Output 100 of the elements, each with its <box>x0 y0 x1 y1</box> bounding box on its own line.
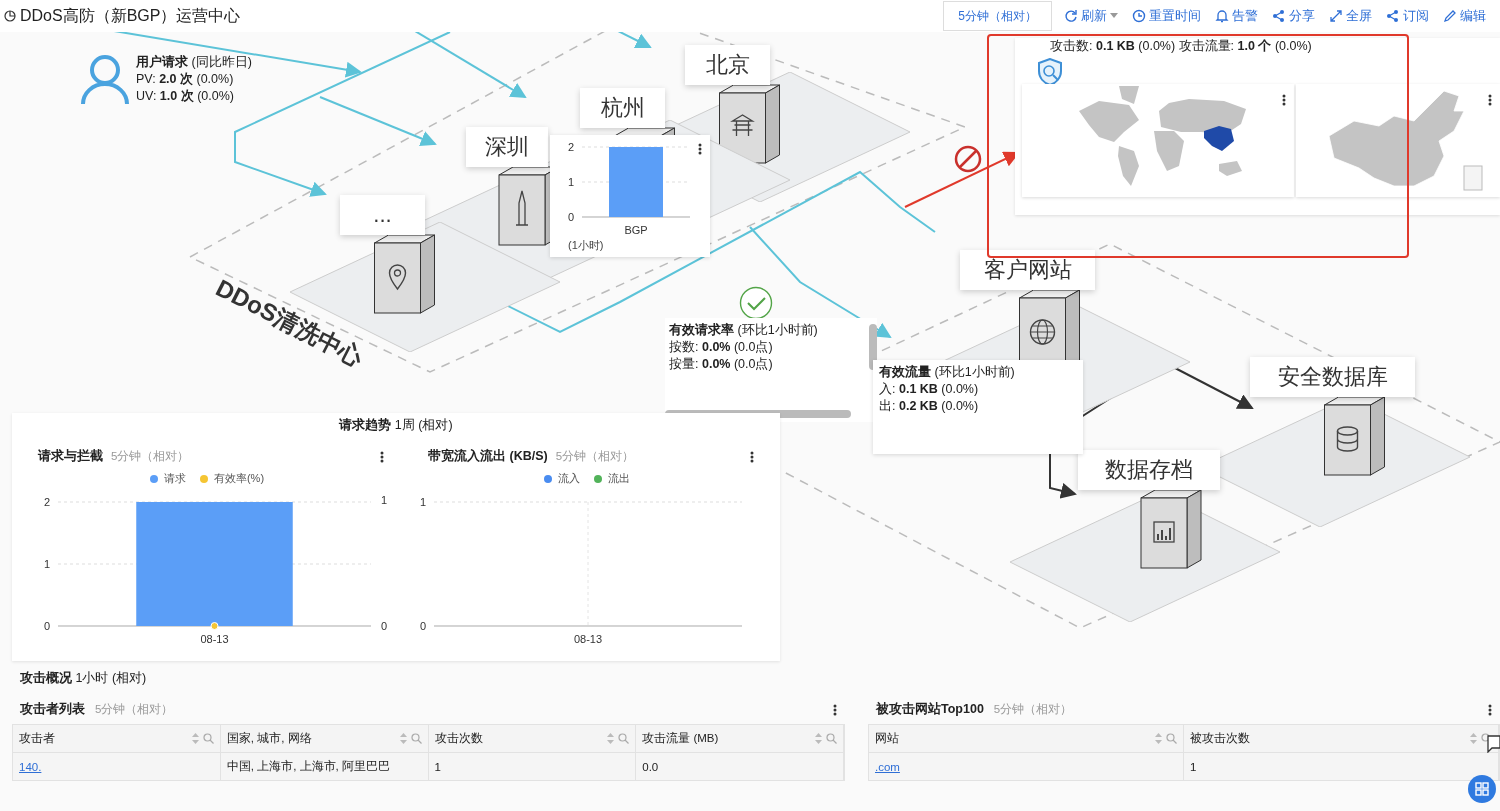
sort-icon[interactable] <box>191 733 199 744</box>
grid-icon <box>1475 782 1489 796</box>
node-label: ... <box>340 195 425 235</box>
shield-search-icon <box>1037 58 1063 86</box>
sort-icon[interactable] <box>607 733 615 744</box>
subscribe-icon <box>1386 9 1400 23</box>
fullscreen-icon <box>1329 9 1343 23</box>
dashboard-title: DDoS高防（新BGP）运营中心 <box>20 5 241 26</box>
time-range-button[interactable]: 5分钟（相对） <box>943 1 1052 31</box>
panel-title: 请求趋势 1周 (相对) <box>337 417 454 434</box>
location-pin-icon <box>388 264 407 290</box>
globe-icon <box>1029 319 1056 345</box>
attack-stats: 攻击数: 0.1 KB (0.0%) 攻击流量: 1.0 个 (0.0%) <box>1050 38 1312 55</box>
node-label: 北京 <box>685 45 770 85</box>
more-icon[interactable] <box>1488 703 1492 716</box>
chart-title: 请求与拦截 <box>38 448 103 465</box>
valid-traffic-metric: 出: 0.2 KB (0.0%) <box>879 398 980 415</box>
more-icon[interactable] <box>1488 94 1492 106</box>
valid-request-rate-title: 有效请求率 (环比1小时前) <box>669 322 819 339</box>
axis-tick-label: 08-13 <box>200 633 229 645</box>
axis-tick-label: 2 <box>43 496 50 508</box>
period-label: (1小时) <box>568 238 604 253</box>
interval-label: 5分钟（相对） <box>993 702 1073 717</box>
column-header[interactable]: 攻击流量 (MB) <box>636 725 844 752</box>
column-header[interactable]: 攻击者 <box>13 725 221 752</box>
reset-icon <box>1132 9 1146 23</box>
share-button[interactable]: 分享 <box>1272 7 1315 25</box>
interval-label: 5分钟（相对） <box>111 449 190 464</box>
table-title: 被攻击网站Top100 <box>876 701 984 718</box>
bar-chart-icon <box>1153 521 1175 543</box>
alarm-icon <box>1215 9 1229 23</box>
valid-request-rate-metric: 按量: 0.0% (0.0点) <box>669 356 774 373</box>
column-header[interactable]: 国家, 城市, 网络 <box>220 725 429 752</box>
user-requests-metric: UV: 1.0 次 (0.0%) <box>136 88 235 105</box>
axis-tick-label: BGP <box>624 224 648 236</box>
more-icon[interactable] <box>833 703 837 716</box>
axis-tick-label: 0 <box>43 620 50 632</box>
valid-traffic-title: 有效流量 (环比1小时前) <box>879 364 1016 381</box>
sort-icon[interactable] <box>1155 733 1162 744</box>
alarm-button[interactable]: 告警 <box>1215 7 1258 25</box>
axis-tick-label: 1 <box>419 496 426 508</box>
node-label: 客户网站 <box>960 250 1095 290</box>
sort-icon[interactable] <box>815 733 822 744</box>
table-link[interactable]: .com <box>875 760 900 773</box>
caret-icon <box>1110 13 1118 19</box>
table-cell: 0.0 <box>636 752 844 780</box>
more-icon[interactable] <box>698 143 702 155</box>
temple-icon <box>730 114 754 137</box>
more-icon[interactable] <box>380 450 384 463</box>
axis-tick-label: 08-13 <box>573 633 603 645</box>
tower-icon <box>515 190 529 226</box>
chart-bar <box>609 147 663 217</box>
fullscreen-button[interactable]: 全屏 <box>1329 7 1372 25</box>
axis-tick-label: 1 <box>567 176 574 188</box>
axis-tick-label: 0 <box>419 620 426 632</box>
axis-tick-label: 0 <box>567 211 574 223</box>
chart-title: 带宽流入流出 (KB/S) <box>428 448 548 465</box>
valid-request-rate-metric: 按数: 0.0% (0.0点) <box>669 339 774 356</box>
node-label: 杭州 <box>580 88 665 128</box>
legend-item[interactable]: 流入 <box>544 471 580 486</box>
table-link[interactable]: 140. <box>19 760 42 773</box>
node-label: 深圳 <box>466 127 548 167</box>
sort-icon[interactable] <box>399 733 407 744</box>
table-cell: 中国, 上海市, 上海市, 阿里巴巴 <box>220 752 429 780</box>
axis-tick-label: 0 <box>381 620 388 632</box>
section-title: 攻击概况 1小时 (相对) <box>19 670 148 687</box>
axis-tick-label: 1 <box>381 494 388 506</box>
subscribe-button[interactable]: 订阅 <box>1386 7 1429 25</box>
interval-label: 5分钟（相对） <box>555 449 635 464</box>
edit-button[interactable]: 编辑 <box>1443 7 1486 25</box>
user-requests-metric: PV: 2.0 次 (0.0%) <box>136 71 235 88</box>
edit-icon <box>1443 9 1457 23</box>
valid-traffic-metric: 入: 0.1 KB (0.0%) <box>879 381 980 398</box>
user-icon <box>80 54 130 106</box>
legend-item[interactable]: 请求 <box>149 471 186 486</box>
refresh-icon <box>1064 9 1078 23</box>
pie-chart-icon <box>4 10 16 22</box>
axis-tick-label: 2 <box>567 141 574 153</box>
column-header[interactable]: 网站 <box>869 725 1184 752</box>
blocked-icon <box>954 145 982 173</box>
reset-button[interactable]: 重置时间 <box>1132 7 1201 25</box>
table-cell: 1 <box>1184 752 1499 780</box>
interval-label: 5分钟（相对） <box>95 702 174 717</box>
legend-item[interactable]: 流出 <box>594 471 630 486</box>
node-label: 安全数据库 <box>1250 357 1415 397</box>
chart-point <box>210 622 219 630</box>
database-icon <box>1336 426 1359 452</box>
more-icon[interactable] <box>1282 94 1286 106</box>
table-title: 攻击者列表 <box>20 701 85 718</box>
user-requests-title: 用户请求 (同比昨日) <box>136 54 252 71</box>
axis-tick-label: 1 <box>43 558 50 570</box>
column-header[interactable]: 被攻击次数 <box>1184 725 1499 752</box>
node-label: 数据存档 <box>1078 450 1220 490</box>
refresh-button[interactable]: 刷新 <box>1064 7 1118 25</box>
share-icon <box>1272 9 1286 23</box>
column-header[interactable]: 攻击次数 <box>428 725 637 752</box>
sort-icon[interactable] <box>1470 733 1477 744</box>
table-cell: 1 <box>428 752 637 780</box>
more-icon[interactable] <box>750 450 754 463</box>
legend-item[interactable]: 有效率(%) <box>199 471 265 486</box>
